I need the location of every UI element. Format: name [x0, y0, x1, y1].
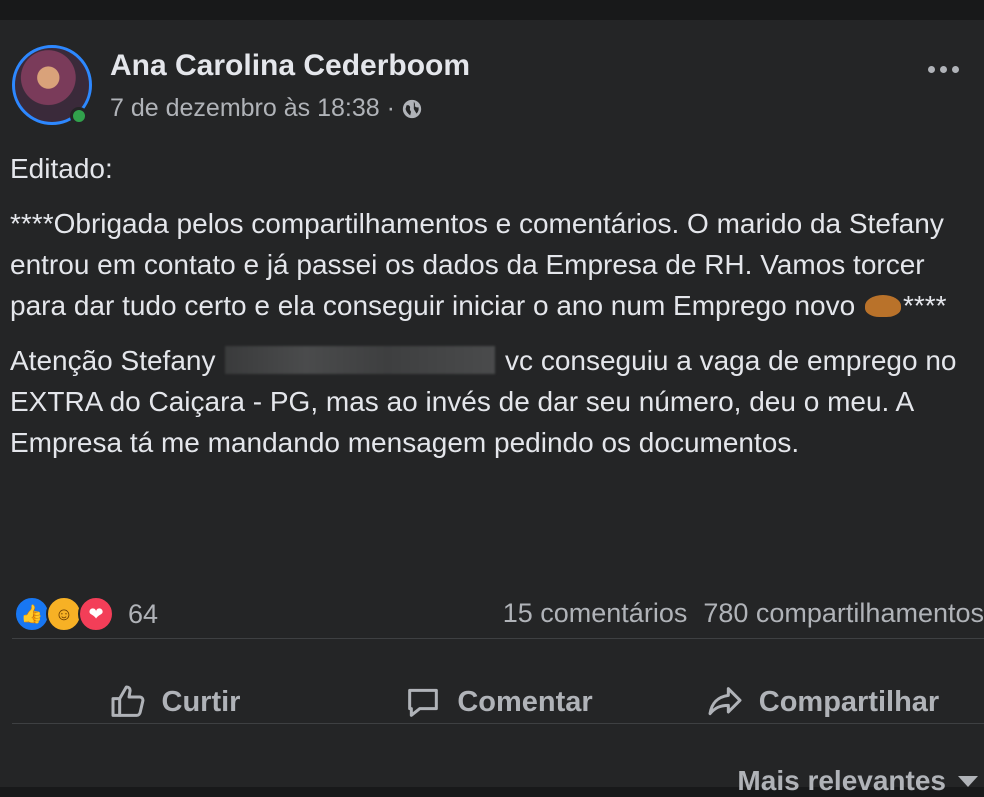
- globe-icon: [402, 99, 422, 118]
- post-paragraph: Atenção Stefany vc conseguiu a vaga de e…: [10, 340, 984, 463]
- post-actions: Curtir Comentar Compartilhar: [12, 660, 984, 744]
- post-paragraph: ****Obrigada pelos compartilhamentos e c…: [10, 203, 984, 326]
- like-label: Curtir: [161, 685, 241, 718]
- share-button[interactable]: Compartilhar: [660, 660, 984, 744]
- redacted-name: [225, 346, 496, 374]
- post-body: Editado: ****Obrigada pelos compartilham…: [10, 148, 984, 477]
- post-timestamp[interactable]: 7 de dezembro às 18:38 ·: [110, 94, 395, 123]
- sort-label: Mais relevantes: [737, 765, 946, 796]
- like-icon: 👍: [14, 596, 50, 632]
- reaction-count[interactable]: 64: [128, 599, 158, 630]
- post-text: Atenção Stefany: [10, 345, 216, 376]
- comment-sort-dropdown[interactable]: Mais relevantes: [737, 765, 978, 797]
- share-icon: [708, 687, 742, 716]
- post-meta: 7 de dezembro às 18:38 ·: [110, 94, 423, 123]
- caret-down-icon: [958, 775, 978, 787]
- comment-icon: [408, 688, 439, 717]
- haha-icon: ☺: [46, 596, 82, 632]
- post-paragraph: Editado:: [10, 153, 113, 184]
- post-card: Ana Carolina Cederboom 7 de dezembro às …: [0, 20, 984, 796]
- top-bar: [0, 0, 984, 20]
- reactions-summary[interactable]: 👍 ☺ ❤ 64: [14, 596, 158, 632]
- comments-count[interactable]: 15 comentários: [503, 598, 688, 629]
- divider: [12, 638, 984, 639]
- comment-button[interactable]: Comentar: [336, 660, 660, 744]
- like-button[interactable]: Curtir: [12, 660, 336, 744]
- love-icon: ❤: [78, 596, 114, 632]
- thumbs-up-icon: [111, 685, 144, 717]
- praying-emoji-icon: [864, 295, 901, 317]
- post-text: ****: [902, 290, 947, 321]
- shares-count[interactable]: 780 compartilhamentos: [703, 598, 984, 629]
- comment-label: Comentar: [457, 685, 593, 718]
- share-label: Compartilhar: [758, 685, 940, 718]
- more-options-icon[interactable]: [928, 66, 959, 73]
- post-text: ****Obrigada pelos compartilhamentos e c…: [10, 208, 952, 321]
- divider: [12, 723, 984, 724]
- post-stats: 15 comentários 780 compartilhamentos: [503, 598, 984, 629]
- author-name[interactable]: Ana Carolina Cederboom: [110, 49, 470, 83]
- online-status-dot: [70, 107, 88, 125]
